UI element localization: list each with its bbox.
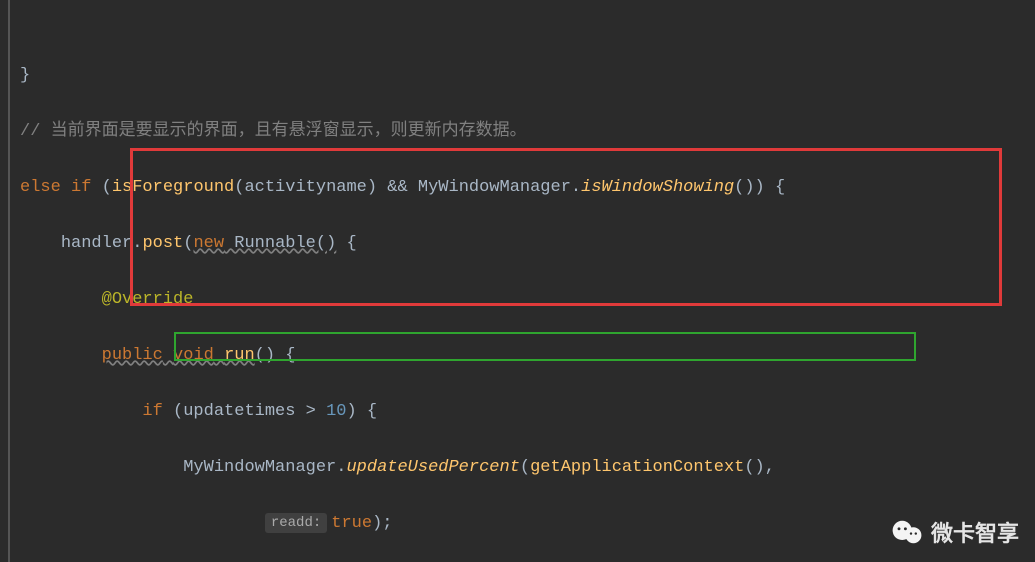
t: } xyxy=(20,66,30,85)
t: . xyxy=(571,178,581,197)
m: run xyxy=(224,346,255,365)
comment: // 当前界面是要显示的界面，且有悬浮窗显示，则更新内存数据。 xyxy=(20,122,527,141)
code-line: handler.post(new Runnable() { xyxy=(20,230,1035,258)
code-line: else if (isForeground(activityname) && M… xyxy=(20,174,1035,202)
cls: MyWindowManager xyxy=(418,178,571,197)
kw: public xyxy=(102,346,163,365)
t: ( xyxy=(163,402,183,421)
t: { xyxy=(336,234,356,253)
t: () { xyxy=(255,346,296,365)
t: (), xyxy=(744,458,775,477)
num: 10 xyxy=(326,402,346,421)
t: Runnable() xyxy=(224,234,336,253)
kw-else: else xyxy=(20,178,61,197)
t: ) && xyxy=(367,178,418,197)
annotation: @Override xyxy=(102,290,194,309)
kw-new: new xyxy=(193,234,224,253)
code-line: // 当前界面是要显示的界面，且有悬浮窗显示，则更新内存数据。 xyxy=(20,118,1035,146)
kw-true: true xyxy=(331,514,372,533)
id: handler xyxy=(61,234,132,253)
t: ); xyxy=(372,514,392,533)
code-line: @Override xyxy=(20,286,1035,314)
code-line: if (updatetimes > 10) { xyxy=(20,398,1035,426)
t: ) { xyxy=(346,402,377,421)
code-editor[interactable]: } // 当前界面是要显示的界面，且有悬浮窗显示，则更新内存数据。 else i… xyxy=(0,0,1035,562)
t xyxy=(214,346,224,365)
t: ( xyxy=(183,234,193,253)
code-line: } xyxy=(20,62,1035,90)
m: post xyxy=(142,234,183,253)
m: isWindowShowing xyxy=(581,178,734,197)
code-line: MyWindowManager.updateUsedPercent(getApp… xyxy=(20,454,1035,482)
kw-if: if xyxy=(61,178,92,197)
t xyxy=(163,346,173,365)
param-hint: readd: xyxy=(265,513,327,533)
m: isForeground xyxy=(112,178,234,197)
t: . xyxy=(132,234,142,253)
param: activityname xyxy=(244,178,366,197)
t: > xyxy=(295,402,326,421)
t: ( xyxy=(520,458,530,477)
m: updateUsedPercent xyxy=(346,458,519,477)
t: ( xyxy=(91,178,111,197)
t: ()) { xyxy=(734,178,785,197)
code-line: readd:true); xyxy=(20,510,1035,538)
cls: MyWindowManager xyxy=(183,458,336,477)
t: ( xyxy=(234,178,244,197)
t: . xyxy=(336,458,346,477)
m: getApplicationContext xyxy=(530,458,744,477)
id: updatetimes xyxy=(183,402,295,421)
code-line: public void run() { xyxy=(20,342,1035,370)
kw: void xyxy=(173,346,214,365)
kw-if: if xyxy=(142,402,162,421)
